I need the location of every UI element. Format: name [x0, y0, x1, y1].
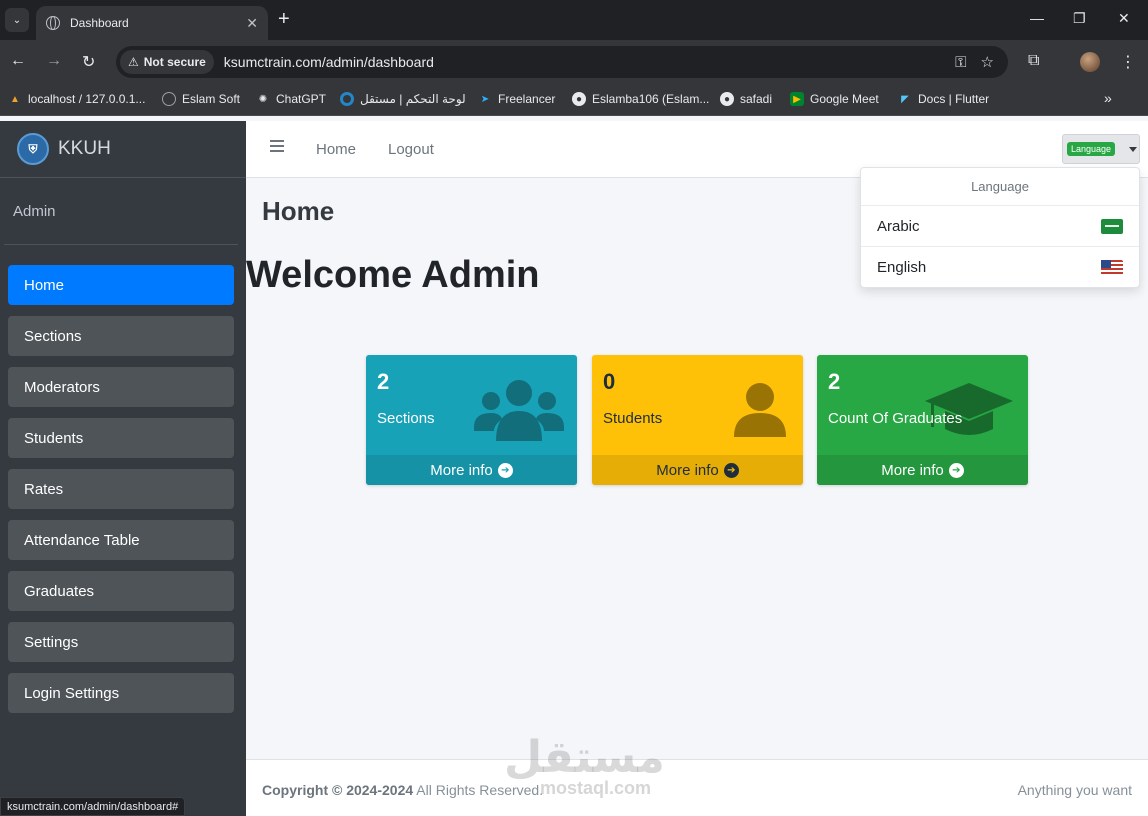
- language-dropdown-button[interactable]: Language: [1062, 134, 1140, 164]
- dropdown-header: Language: [861, 168, 1139, 206]
- sidebar-item-settings[interactable]: Settings: [8, 622, 234, 662]
- bookmark-item[interactable]: ◤ Docs | Flutter: [898, 92, 989, 106]
- extensions-icon[interactable]: ⧉: [1028, 52, 1039, 70]
- mostaql-icon: [340, 92, 354, 106]
- stat-label: Sections: [377, 410, 435, 427]
- brand-logo-icon: ⛨: [17, 133, 49, 165]
- freelancer-icon: ➤: [480, 93, 490, 105]
- language-option-arabic[interactable]: Arabic: [861, 206, 1139, 247]
- address-toolbar: ← → ↻ ⚠ Not secure ksumctrain.com/admin/…: [0, 40, 1148, 84]
- more-info-link[interactable]: More info ➔: [592, 455, 803, 485]
- stat-count: 2: [828, 369, 841, 394]
- language-dropdown-menu: Language Arabic English: [860, 167, 1140, 288]
- menu-dots-icon[interactable]: ⋮: [1120, 52, 1136, 72]
- language-badge: Language: [1067, 142, 1116, 156]
- profile-avatar[interactable]: [1080, 52, 1100, 72]
- globe-icon: [162, 92, 176, 106]
- restore-icon[interactable]: ❐: [1073, 10, 1086, 27]
- bookmark-item[interactable]: ● safadi: [720, 92, 772, 106]
- arrow-circle-right-icon: ➔: [723, 462, 739, 478]
- page-title: Home: [262, 196, 335, 226]
- caret-down-icon: [1129, 146, 1138, 152]
- user-icon: [734, 383, 786, 437]
- phpmyadmin-icon: ▲: [10, 93, 20, 105]
- bookmark-item[interactable]: ✺ ChatGPT: [256, 92, 326, 106]
- tab-close-icon[interactable]: ✕: [246, 15, 258, 32]
- nav-link-logout[interactable]: Logout: [388, 141, 434, 158]
- security-chip[interactable]: ⚠ Not secure: [120, 50, 214, 74]
- sidebar-item-login-settings[interactable]: Login Settings: [8, 673, 234, 713]
- brand-text: KKUH: [58, 138, 111, 159]
- bookmarks-bar: ▲ localhost / 127.0.0.1... Eslam Soft ✺ Ch…: [0, 84, 1148, 116]
- stat-card-sections: 2 Sections More info ➔: [366, 355, 577, 485]
- stat-label: Students: [603, 410, 663, 427]
- globe-icon: [46, 16, 60, 30]
- browser-tab-bar: ⌄ Dashboard ✕ + — ❐ ✕: [0, 0, 1148, 40]
- forward-icon[interactable]: →: [46, 52, 62, 70]
- flutter-icon: ◤: [901, 93, 909, 105]
- reload-icon[interactable]: ↻: [82, 52, 95, 72]
- stat-count: 2: [377, 369, 390, 394]
- us-flag-icon: [1101, 260, 1123, 275]
- minimize-icon[interactable]: —: [1030, 10, 1044, 26]
- stat-count: 0: [603, 369, 616, 394]
- nav-link-home[interactable]: Home: [316, 141, 356, 158]
- sidebar-menu: Home Sections Moderators Students Rates …: [8, 265, 234, 724]
- bookmark-star-icon[interactable]: ☆: [981, 53, 994, 71]
- language-option-label: English: [877, 259, 927, 276]
- saudi-flag-icon: [1101, 218, 1123, 234]
- watermark-logo: مستقل: [504, 733, 665, 782]
- arrow-circle-right-icon: ➔: [948, 462, 964, 478]
- new-tab-icon[interactable]: +: [278, 8, 290, 30]
- bookmark-item[interactable]: ➤ Freelancer: [478, 92, 556, 106]
- stat-card-students: 0 Students More info ➔: [592, 355, 803, 485]
- brand-link[interactable]: ⛨ KKUH: [0, 121, 246, 178]
- more-info-link[interactable]: More info ➔: [366, 455, 577, 485]
- bookmark-item[interactable]: ▲ localhost / 127.0.0.1...: [8, 92, 145, 106]
- github-icon: ●: [572, 92, 586, 106]
- bookmark-item[interactable]: ▶ Google Meet: [790, 92, 879, 106]
- arrow-circle-right-icon: ➔: [497, 462, 513, 478]
- browser-tab[interactable]: Dashboard ✕: [36, 6, 268, 40]
- bookmark-item[interactable]: لوحة التحكم | مستقل: [340, 92, 466, 106]
- user-name[interactable]: Admin: [13, 203, 56, 220]
- back-icon[interactable]: ←: [10, 52, 26, 70]
- copyright-text: Copyright © 2024-2024 All Rights Reserve…: [262, 782, 544, 798]
- watermark-domain: mostaql.com: [540, 778, 652, 798]
- welcome-heading: Welcome Admin: [246, 254, 540, 296]
- sidebar: ⛨ KKUH Admin Home Sections Moderators St…: [0, 121, 246, 816]
- sidebar-item-students[interactable]: Students: [8, 418, 234, 458]
- bookmark-item[interactable]: ● Eslamba106 (Eslam...: [572, 92, 709, 106]
- google-meet-icon: ▶: [790, 92, 804, 106]
- chatgpt-icon: ✺: [258, 93, 268, 105]
- sidebar-item-graduates[interactable]: Graduates: [8, 571, 234, 611]
- language-option-label: Arabic: [877, 217, 920, 235]
- sidebar-item-sections[interactable]: Sections: [8, 316, 234, 356]
- tab-title: Dashboard: [70, 16, 129, 30]
- users-icon: [474, 380, 564, 441]
- sidebar-item-moderators[interactable]: Moderators: [8, 367, 234, 407]
- user-panel: Admin: [4, 178, 238, 245]
- stat-card-graduates: 2 Count Of Graduates More info ➔: [817, 355, 1028, 485]
- omnibox[interactable]: ⚠ Not secure ksumctrain.com/admin/dashbo…: [116, 46, 1008, 78]
- github-icon: ●: [720, 92, 734, 106]
- more-info-link[interactable]: More info ➔: [817, 455, 1028, 485]
- footer: Copyright © 2024-2024 All Rights Reserve…: [246, 759, 1148, 816]
- sidebar-item-home[interactable]: Home: [8, 265, 234, 305]
- footer-right-text: Anything you want: [1017, 782, 1132, 798]
- tab-search-chevron-icon[interactable]: ⌄: [5, 8, 29, 32]
- language-option-english[interactable]: English: [861, 247, 1139, 288]
- hamburger-menu-icon[interactable]: [270, 140, 284, 152]
- bookmarks-overflow-icon[interactable]: »: [1104, 90, 1112, 106]
- window-close-icon[interactable]: ✕: [1118, 10, 1130, 27]
- status-bar-url: ksumctrain.com/admin/dashboard#: [0, 797, 186, 816]
- stat-label: Count Of Graduates: [828, 410, 963, 427]
- url-text[interactable]: ksumctrain.com/admin/dashboard: [224, 54, 955, 70]
- security-label: Not secure: [143, 55, 206, 69]
- password-key-icon[interactable]: ⚿: [955, 54, 966, 71]
- sidebar-item-rates[interactable]: Rates: [8, 469, 234, 509]
- bookmark-item[interactable]: Eslam Soft: [162, 92, 240, 106]
- sidebar-item-attendance-table[interactable]: Attendance Table: [8, 520, 234, 560]
- warning-icon: ⚠: [128, 55, 139, 69]
